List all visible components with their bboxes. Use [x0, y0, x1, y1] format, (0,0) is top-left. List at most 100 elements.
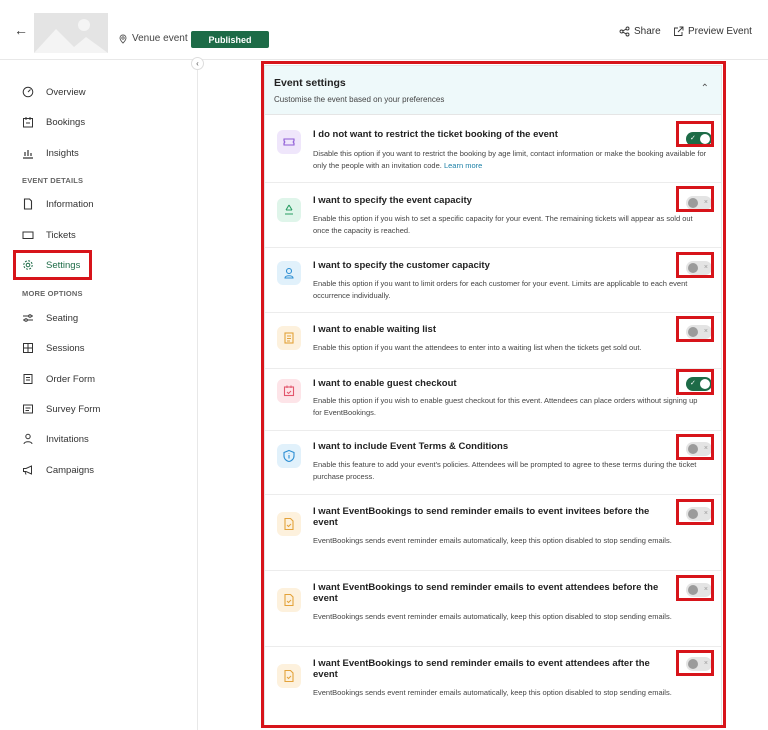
sidebar-item-information[interactable]: Information [22, 194, 94, 214]
setting-option: I want to enable waiting list Enable thi… [265, 313, 721, 369]
event-thumbnail [34, 13, 108, 53]
panel-title: Event settings [274, 77, 346, 89]
toggle-highlight-box [676, 316, 714, 342]
sidebar-item-label: Tickets [46, 229, 76, 241]
setting-option: I want to specify the customer capacity … [265, 248, 721, 313]
option-description: Enable this feature to add your event's … [313, 460, 697, 481]
sidebar-item-survey-form[interactable]: Survey Form [22, 399, 100, 419]
setting-option: I want to specify the event capacity Ena… [265, 183, 721, 248]
recycle-icon [277, 198, 301, 222]
toggle-highlight-box [676, 186, 714, 212]
venue-label: Venue event [132, 33, 188, 44]
megaphone-icon [22, 464, 34, 476]
section-more-options: MORE OPTIONS [22, 289, 83, 298]
event-settings-panel: Event settings Customise the event based… [264, 65, 722, 727]
option-description: EventBookings sends event reminder email… [313, 536, 672, 545]
page-header: ← Venue event Published Share Preview Ev… [0, 0, 768, 60]
sidebar-item-label: Campaigns [46, 464, 95, 476]
option-title: I want to enable guest checkout [313, 378, 457, 389]
sidebar-item-invitations[interactable]: Invitations [22, 429, 89, 449]
preview-event-button[interactable]: Preview Event [673, 26, 752, 37]
form-icon [22, 373, 34, 385]
external-link-icon [674, 26, 684, 36]
list-icon [277, 326, 301, 350]
sidebar-item-sessions[interactable]: Sessions [22, 338, 85, 358]
survey-icon [22, 403, 34, 415]
option-description: Disable this option if you want to restr… [313, 149, 707, 170]
file-check-icon [277, 664, 301, 688]
option-title: I want EventBookings to send reminder em… [313, 582, 659, 604]
sidebar-item-tickets[interactable]: Tickets [22, 225, 76, 245]
calendar-check-icon [277, 379, 301, 403]
toggle-highlight-box [676, 575, 714, 601]
sidebar-item-label: Information [46, 198, 94, 210]
sidebar-item-seating[interactable]: Seating [22, 308, 78, 328]
option-title: I want to include Event Terms & Conditio… [313, 441, 509, 452]
sidebar: Overview Bookings Insights EVENT DETAILS… [0, 60, 198, 730]
toggle-highlight-box [676, 121, 714, 147]
learn-more-link[interactable]: Learn more [444, 161, 482, 170]
sidebar-item-label: Bookings [46, 116, 86, 128]
sidebar-item-label: Overview [46, 86, 86, 98]
calendar-icon [22, 116, 34, 128]
toggle-highlight-box [676, 369, 714, 395]
setting-option: I want EventBookings to send reminder em… [265, 647, 721, 726]
chevron-left-icon[interactable]: ‹ [191, 57, 204, 70]
arrow-left-icon[interactable]: ← [14, 22, 28, 38]
section-event-details: EVENT DETAILS [22, 176, 84, 185]
event-settings-header[interactable]: Event settings Customise the event based… [265, 66, 721, 115]
ticket-icon [277, 130, 301, 154]
sidebar-item-bookings[interactable]: Bookings [22, 112, 85, 132]
option-description: Enable this option if you wish to enable… [313, 396, 698, 417]
panel-subtitle: Customise the event based on your prefer… [274, 95, 445, 104]
option-title: I want to specify the customer capacity [313, 260, 490, 271]
sidebar-item-order-form[interactable]: Order Form [22, 369, 95, 389]
venue-type: Venue event [118, 33, 188, 44]
ticket-icon [22, 229, 34, 241]
share-label: Share [634, 26, 661, 37]
sidebar-item-insights[interactable]: Insights [22, 143, 79, 163]
sidebar-item-label: Sessions [46, 342, 85, 354]
user-icon [22, 433, 34, 445]
sidebar-item-label: Invitations [46, 433, 89, 445]
option-description: EventBookings sends event reminder email… [313, 688, 672, 697]
bar-chart-icon [22, 147, 34, 159]
sidebar-item-campaigns[interactable]: Campaigns [22, 460, 94, 480]
chevron-up-icon[interactable]: ⌃ [701, 83, 709, 94]
setting-option: I want to enable guest checkout Enable t… [265, 369, 721, 431]
sidebar-item-label: Seating [46, 312, 79, 324]
setting-option: I want EventBookings to send reminder em… [265, 495, 721, 571]
sidebar-item-overview[interactable]: Overview [22, 82, 86, 102]
sidebar-item-label: Survey Form [46, 403, 101, 415]
toggle-highlight-box [676, 499, 714, 525]
setting-option: I want to include Event Terms & Conditio… [265, 431, 721, 495]
image-placeholder-icon [34, 13, 108, 53]
option-title: I want EventBookings to send reminder em… [313, 658, 650, 680]
setting-option: I do not want to restrict the ticket boo… [265, 115, 721, 183]
option-description: Enable this option if you want the atten… [313, 343, 642, 352]
option-description: Enable this option if you want to limit … [313, 279, 688, 300]
share-icon [619, 26, 630, 37]
option-title: I want EventBookings to send reminder em… [313, 506, 650, 528]
sidebar-item-label: Order Form [46, 373, 96, 385]
status-badge: Published [191, 31, 269, 48]
toggle-highlight-box [676, 252, 714, 278]
sidebar-item-label: Insights [46, 147, 79, 159]
toggle-highlight-box [676, 434, 714, 460]
file-check-icon [277, 512, 301, 536]
option-title: I want to specify the event capacity [313, 195, 472, 206]
option-title: I want to enable waiting list [313, 324, 436, 335]
gauge-icon [22, 86, 34, 98]
grid-icon [22, 342, 34, 354]
preview-label: Preview Event [688, 26, 752, 37]
settings-highlight-box [13, 250, 92, 280]
option-description: EventBookings sends event reminder email… [313, 612, 672, 621]
document-icon [22, 198, 34, 210]
share-button[interactable]: Share [619, 26, 661, 37]
option-description: Enable this option if you wish to set a … [313, 214, 693, 235]
toggle-highlight-box [676, 650, 714, 676]
sliders-icon [22, 312, 34, 324]
file-check-icon [277, 588, 301, 612]
person-icon [277, 261, 301, 285]
setting-option: I want EventBookings to send reminder em… [265, 571, 721, 647]
